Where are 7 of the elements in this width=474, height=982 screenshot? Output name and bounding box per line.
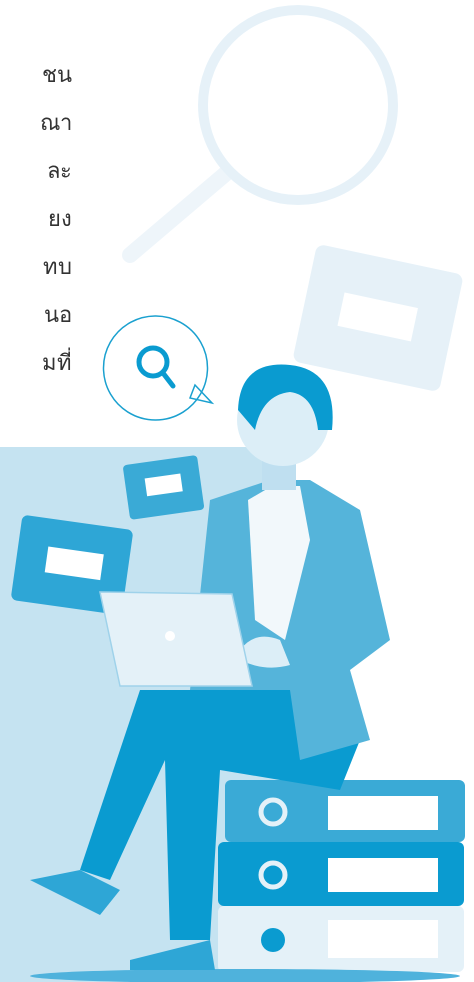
paragraph-line: นอ	[43, 302, 72, 330]
paragraph-line: ละ	[46, 158, 72, 186]
paragraph-line: ณา	[39, 110, 72, 138]
paragraph-line: ทบ	[42, 254, 72, 282]
paragraph-line: ยง	[47, 206, 72, 234]
paragraph-line: ชน	[41, 62, 72, 90]
paragraph-line: มที่	[0, 340, 72, 388]
